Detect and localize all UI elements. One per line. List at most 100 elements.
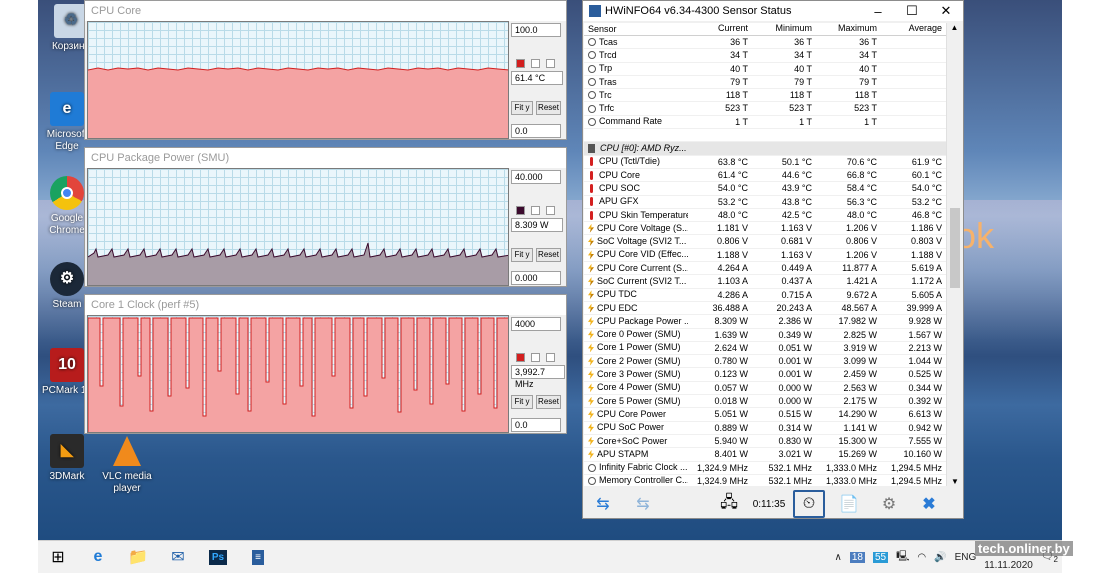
sensor-row[interactable]: SoC Current (SVI2 T... 1.103 A 0.437 A 1.42… bbox=[584, 275, 946, 289]
color-swatch-empty[interactable] bbox=[531, 353, 540, 362]
sensor-row[interactable]: Core 2 Power (SMU) 0.780 W 0.001 W 3.099 W 1… bbox=[584, 355, 946, 369]
color-swatch-empty[interactable] bbox=[546, 206, 555, 215]
sensor-group-header[interactable]: CPU [#0]: AMD Ryz... bbox=[584, 142, 946, 156]
scrollbar-thumb[interactable] bbox=[950, 208, 960, 288]
tray-chevron-icon[interactable]: ∧ bbox=[834, 552, 841, 563]
sensor-row[interactable]: Core 1 Power (SMU) 2.624 W 0.051 W 3.919 W 2… bbox=[584, 342, 946, 356]
color-swatch[interactable] bbox=[516, 206, 525, 215]
sensor-row[interactable]: Core 3 Power (SMU) 0.123 W 0.001 W 2.459 W 0… bbox=[584, 368, 946, 382]
sensor-row[interactable]: Trp 40 T 40 T 40 T bbox=[584, 63, 946, 76]
graph-plot bbox=[87, 168, 509, 286]
sensor-row[interactable]: CPU Core Current (S... 4.264 A 0.449 A 11.8… bbox=[584, 262, 946, 276]
nav-arrows-icon[interactable]: ⇆ bbox=[587, 490, 619, 518]
mail-icon[interactable]: ✉ bbox=[158, 541, 198, 574]
graph-window-cpu-core[interactable]: CPU Core 100.0 61.4 °C Fit y Reset 0.0 bbox=[84, 0, 567, 140]
sensor-row[interactable] bbox=[584, 129, 946, 143]
hwinfo-icon[interactable]: ≡ bbox=[238, 541, 278, 574]
close-x-icon[interactable]: ✖ bbox=[913, 490, 945, 518]
edge-icon[interactable]: e bbox=[78, 541, 118, 574]
sensor-row[interactable]: CPU TDC 4.286 A 0.715 A 9.672 A 5.605 A bbox=[584, 289, 946, 302]
sensor-row[interactable]: CPU Core 61.4 °C 44.6 °C 66.8 °C 60.1 °C bbox=[584, 169, 946, 183]
column-header-average[interactable]: Average bbox=[881, 23, 946, 35]
reset-button[interactable]: Reset bbox=[536, 101, 561, 115]
sensor-row[interactable]: Memory Controller C... 1,324.9 MHz 532.1 M… bbox=[584, 475, 946, 486]
graph-min-field[interactable]: 0.0 bbox=[511, 418, 561, 432]
graph-min-field[interactable]: 0.0 bbox=[511, 124, 561, 138]
windows-start-icon[interactable]: ⊞ bbox=[38, 541, 78, 574]
tray-gpu-temp[interactable]: 55 bbox=[872, 552, 889, 563]
sensor-row[interactable]: Infinity Fabric Clock ... 1,324.9 MHz 532.… bbox=[584, 462, 946, 475]
sensor-row[interactable]: Trcd 34 T 34 T 34 T bbox=[584, 49, 946, 63]
maximize-icon[interactable]: ☐ bbox=[895, 3, 929, 19]
hwinfo-titlebar[interactable]: HWiNFO64 v6.34-4300 Sensor Status – ☐ ✕ bbox=[583, 1, 963, 21]
color-swatch-empty[interactable] bbox=[546, 353, 555, 362]
network-icon[interactable]: 🖧 bbox=[713, 490, 745, 518]
sensor-current: 36.488 A bbox=[712, 302, 748, 313]
hwinfo-window[interactable]: HWiNFO64 v6.34-4300 Sensor Status – ☐ ✕ … bbox=[582, 0, 964, 519]
column-header-minimum[interactable]: Minimum bbox=[752, 23, 816, 35]
color-swatch[interactable] bbox=[516, 353, 525, 362]
graph-max-field[interactable]: 40.000 bbox=[511, 170, 561, 184]
fit-y-button[interactable]: Fit y bbox=[511, 395, 533, 409]
sensor-row[interactable]: Core 0 Power (SMU) 1.639 W 0.349 W 2.825 W 1… bbox=[584, 329, 946, 342]
sensor-average: 1.188 V bbox=[910, 249, 942, 260]
sensor-row[interactable]: CPU Skin Temperature 48.0 °C 42.5 °C 48.0 °… bbox=[584, 209, 946, 223]
sensor-row[interactable]: Trfc 523 T 523 T 523 T bbox=[584, 102, 946, 116]
graph-window-cpu-package-power[interactable]: CPU Package Power (SMU) 40.000 8.309 W F… bbox=[84, 147, 567, 287]
photoshop-icon[interactable]: Ps bbox=[198, 541, 238, 574]
reset-button[interactable]: Reset bbox=[536, 248, 561, 262]
column-header-current[interactable]: Current bbox=[688, 23, 752, 35]
sensor-row[interactable]: CPU Package Power ... 8.309 W 2.386 W 17.98… bbox=[584, 315, 946, 329]
clock-icon[interactable]: ⏲ bbox=[793, 490, 825, 518]
sensor-row[interactable]: APU STAPM 8.401 W 3.021 W 15.269 W 10.160 W bbox=[584, 448, 946, 462]
graph-window-core1-clock[interactable]: Core 1 Clock (perf #5) 4000 3,992.7 MHz … bbox=[84, 294, 567, 434]
color-swatch-empty[interactable] bbox=[531, 206, 540, 215]
column-header-sensor[interactable]: Sensor bbox=[584, 23, 688, 35]
minimize-icon[interactable]: – bbox=[861, 4, 895, 19]
sensor-row[interactable]: CPU SOC 54.0 °C 43.9 °C 58.4 °C 54.0 °C bbox=[584, 182, 946, 196]
sensor-row[interactable]: Core+SoC Power 5.940 W 0.830 W 15.300 W 7.55… bbox=[584, 435, 946, 449]
color-swatch-empty[interactable] bbox=[546, 59, 555, 68]
fit-y-button[interactable]: Fit y bbox=[511, 248, 533, 262]
sensor-row[interactable]: CPU Core Voltage (S... 1.181 V 1.163 V 1.20… bbox=[584, 222, 946, 236]
column-header-maximum[interactable]: Maximum bbox=[816, 23, 881, 35]
sensor-row[interactable]: APU GFX 53.2 °C 43.8 °C 56.3 °C 53.2 °C bbox=[584, 196, 946, 209]
sensor-row[interactable]: Trc 118 T 118 T 118 T bbox=[584, 89, 946, 103]
desktop-icon-vlc[interactable]: VLC media player bbox=[98, 434, 156, 495]
scroll-down-icon[interactable]: ▼ bbox=[947, 477, 963, 486]
sensor-row[interactable]: Tras 79 T 79 T 79 T bbox=[584, 76, 946, 90]
graph-max-field[interactable]: 100.0 bbox=[511, 23, 561, 37]
color-swatch[interactable] bbox=[516, 59, 525, 68]
sensor-row[interactable]: Core 5 Power (SMU) 0.018 W 0.000 W 2.175 W 0… bbox=[584, 395, 946, 409]
scroll-up-icon[interactable]: ▲ bbox=[947, 23, 962, 32]
tray-date[interactable]: 11.11.2020 bbox=[984, 560, 1033, 571]
sensor-row[interactable]: Tcas 36 T 36 T 36 T bbox=[584, 36, 946, 50]
close-icon[interactable]: ✕ bbox=[929, 3, 963, 19]
tray-volume-icon[interactable]: 🔊 bbox=[934, 552, 946, 563]
graph-max-field[interactable]: 4000 bbox=[511, 317, 561, 331]
settings-gear-icon[interactable]: ⚙ bbox=[873, 490, 905, 518]
tray-network-icon[interactable]: 🖳 bbox=[896, 549, 909, 566]
sensor-row[interactable]: CPU EDC 36.488 A 20.243 A 48.567 A 39.999 A bbox=[584, 302, 946, 316]
sensor-current: 0.057 W bbox=[714, 382, 748, 393]
sensor-row[interactable]: SoC Voltage (SVI2 T... 0.806 V 0.681 V 0.80… bbox=[584, 235, 946, 249]
tray-wifi-icon[interactable]: ◠ bbox=[917, 552, 926, 563]
sensor-row[interactable]: CPU Core Power 5.051 W 0.515 W 14.290 W 6.61… bbox=[584, 408, 946, 422]
sensor-row[interactable]: CPU Core VID (Effec... 1.188 V 1.163 V 1.20… bbox=[584, 249, 946, 263]
report-add-icon[interactable]: 📄 bbox=[833, 490, 865, 518]
color-swatch-empty[interactable] bbox=[531, 59, 540, 68]
sensor-row[interactable]: Command Rate 1 T 1 T 1 T bbox=[584, 116, 946, 130]
sensor-row[interactable]: CPU SoC Power 0.889 W 0.314 W 1.141 W 0.942 … bbox=[584, 422, 946, 435]
fit-y-button[interactable]: Fit y bbox=[511, 101, 533, 115]
desktop-icon-3dmark[interactable]: ◣ 3DMark bbox=[38, 434, 96, 483]
vertical-scrollbar[interactable]: ▲ ▼ bbox=[946, 23, 962, 486]
hwinfo-bottom-toolbar: ⇆ ⇆ 🖧 0:11:35 ⏲ 📄 ⚙ ✖ bbox=[583, 488, 963, 520]
sensor-row[interactable]: CPU (Tctl/Tdie) 63.8 °C 50.1 °C 70.6 °C 61.9… bbox=[584, 156, 946, 169]
tray-language[interactable]: ENG bbox=[955, 552, 977, 563]
file-explorer-icon[interactable]: 📁 bbox=[118, 541, 158, 574]
reset-button[interactable]: Reset bbox=[536, 395, 561, 409]
tray-cpu-temp[interactable]: 18 bbox=[849, 552, 865, 563]
nav-arrows-disabled-icon[interactable]: ⇆ bbox=[627, 490, 659, 518]
sensor-row[interactable]: Core 4 Power (SMU) 0.057 W 0.000 W 2.563 W 0… bbox=[584, 382, 946, 396]
graph-min-field[interactable]: 0.000 bbox=[511, 271, 561, 285]
